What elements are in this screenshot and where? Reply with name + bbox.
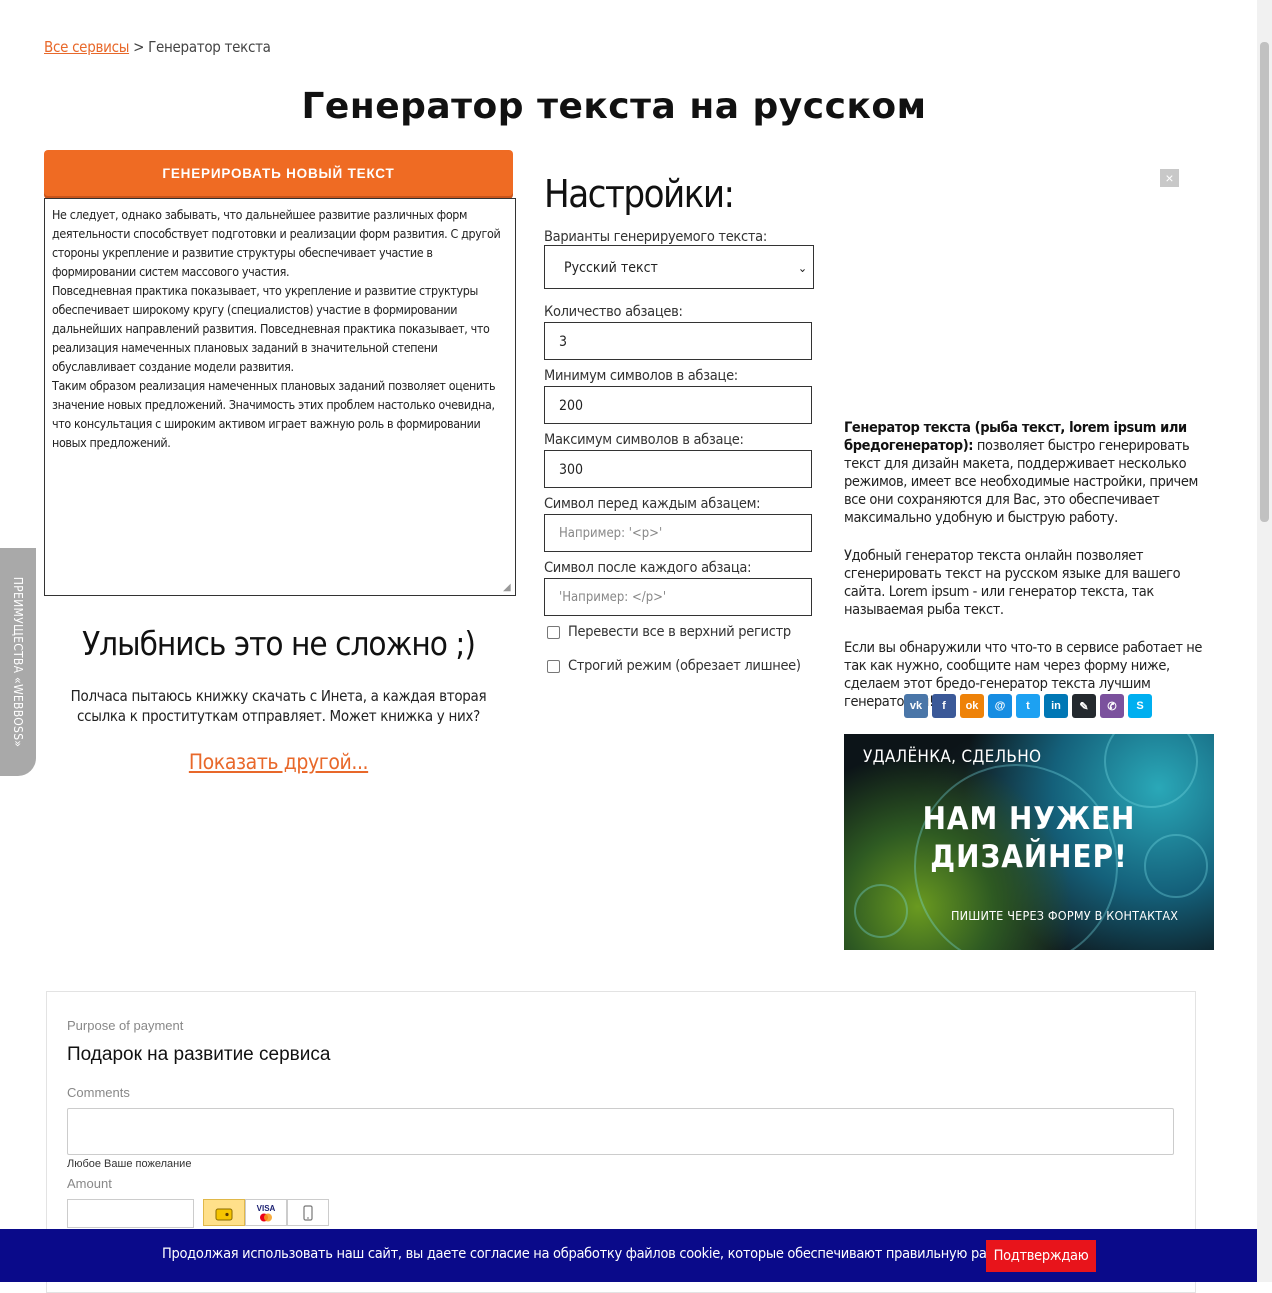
chevron-down-icon: ⌄: [797, 261, 807, 275]
close-icon[interactable]: ×: [1160, 169, 1179, 187]
variant-value: Русский текст: [564, 260, 658, 276]
uppercase-label: Перевести все в верхний регистр: [568, 624, 791, 640]
purpose-value: Подарок на развитие сервиса: [67, 1044, 331, 1065]
banner-top-text: УДАЛЁНКА, СДЕЛЬНО: [863, 747, 1042, 767]
facebook-icon[interactable]: f: [932, 694, 956, 718]
amount-input[interactable]: [67, 1199, 194, 1228]
max-chars-label: Максимум символов в абзаце:: [544, 432, 744, 448]
page-title: Генератор текста на русском: [301, 86, 927, 127]
yoomoney-wallet-icon[interactable]: [203, 1199, 245, 1226]
after-symbol-input[interactable]: 'Например: </p>': [544, 578, 812, 616]
output-paragraph: Повседневная практика показывает, что ук…: [52, 283, 490, 374]
amount-label: Amount: [67, 1176, 112, 1191]
moimir-icon[interactable]: @: [988, 694, 1012, 718]
phone-icon: [303, 1204, 313, 1221]
paragraphs-input[interactable]: 3: [544, 322, 812, 360]
side-tab-label: ПРЕИМУЩЕСТВА «WEBBOSS»: [11, 576, 25, 748]
max-chars-input[interactable]: 300: [544, 450, 812, 488]
joke-text: Полчаса пытаюсь книжку скачать с Инета, …: [70, 687, 487, 725]
designer-banner[interactable]: УДАЛЁНКА, СДЕЛЬНО НАМ НУЖЕН ДИЗАЙНЕР! ПИ…: [844, 734, 1214, 950]
wallet-icon: [215, 1208, 233, 1220]
generate-button[interactable]: Генерировать новый текст: [44, 150, 513, 196]
twitter-icon[interactable]: t: [1016, 694, 1040, 718]
strict-label: Строгий режим (обрезает лишнее): [568, 658, 801, 674]
cookie-banner: Продолжая использовать наш сайт, вы дает…: [0, 1229, 1257, 1282]
banner-decoration: [854, 884, 908, 938]
comments-input[interactable]: [67, 1108, 1174, 1155]
strict-checkbox[interactable]: [547, 659, 560, 673]
after-symbol-label: Символ после каждого абзаца:: [544, 560, 752, 576]
visa-label: VISA: [256, 1203, 276, 1213]
skype-icon[interactable]: S: [1128, 694, 1152, 718]
linkedin-icon[interactable]: in: [1044, 694, 1068, 718]
breadcrumb-current: Генератор текста: [148, 38, 271, 56]
min-chars-label: Минимум символов в абзаце:: [544, 368, 738, 384]
show-another-link[interactable]: Показать другой...: [44, 750, 513, 774]
scrollbar-thumb[interactable]: [1260, 42, 1269, 522]
breadcrumb-separator: >: [133, 38, 145, 56]
odnoklassniki-icon[interactable]: ok: [960, 694, 984, 718]
cookie-text: Продолжая использовать наш сайт, вы дает…: [162, 1246, 1063, 1262]
variant-label: Варианты генерируемого текста:: [544, 229, 767, 245]
evernote-icon[interactable]: ✎: [1072, 694, 1096, 718]
mobile-payment-icon[interactable]: [287, 1199, 329, 1226]
output-paragraph: Таким образом реализация намеченных план…: [52, 378, 496, 450]
comments-label: Comments: [67, 1085, 130, 1100]
variant-select[interactable]: Русский текст ⌄: [544, 245, 814, 289]
smile-title: Улыбнись это не сложно ;): [82, 624, 476, 663]
banner-decoration: [1104, 734, 1198, 808]
viber-icon[interactable]: ✆: [1100, 694, 1124, 718]
before-symbol-label: Символ перед каждым абзацем:: [544, 496, 761, 512]
side-tab-advantages[interactable]: ПРЕИМУЩЕСТВА «WEBBOSS»: [0, 548, 36, 776]
about-text: Генератор текста (рыба текст, lorem ipsu…: [844, 419, 1216, 731]
purpose-label: Purpose of payment: [67, 1018, 184, 1033]
banner-bottom-text: ПИШИТЕ ЧЕРЕЗ ФОРМУ В КОНТАКТАХ: [951, 908, 1179, 923]
share-buttons: vk f ok @ t in ✎ ✆ S: [904, 694, 1152, 718]
settings-title: Настройки:: [544, 172, 735, 216]
uppercase-option[interactable]: Перевести все в верхний регистр: [547, 624, 791, 640]
banner-headline: НАМ НУЖЕН ДИЗАЙНЕР!: [844, 800, 1214, 876]
comments-hint: Любое Ваше пожелание: [67, 1158, 192, 1170]
banner-line-1: НАМ НУЖЕН: [922, 801, 1136, 837]
strict-option[interactable]: Строгий режим (обрезает лишнее): [547, 658, 801, 674]
vk-icon[interactable]: vk: [904, 694, 928, 718]
output-paragraph: Не следует, однако забывать, что дальней…: [52, 207, 501, 279]
output-textarea[interactable]: Не следует, однако забывать, что дальней…: [44, 198, 516, 596]
bank-card-icon[interactable]: VISA: [245, 1199, 287, 1226]
before-symbol-input[interactable]: Например: '<p>': [544, 514, 812, 552]
payment-methods: VISA: [203, 1199, 329, 1226]
breadcrumb-home-link[interactable]: Все сервисы: [44, 38, 129, 56]
paragraphs-label: Количество абзацев:: [544, 304, 683, 320]
mastercard-icon: [260, 1213, 272, 1221]
uppercase-checkbox[interactable]: [547, 625, 560, 639]
resize-grip-icon[interactable]: ◢: [503, 583, 513, 593]
about-paragraph-2: Удобный генератор текста онлайн позволяе…: [844, 548, 1181, 618]
min-chars-input[interactable]: 200: [544, 386, 812, 424]
cookie-accept-button[interactable]: Подтверждаю: [986, 1240, 1096, 1272]
banner-line-2: ДИЗАЙНЕР!: [930, 839, 1128, 875]
breadcrumb: Все сервисы > Генератор текста: [44, 38, 271, 56]
